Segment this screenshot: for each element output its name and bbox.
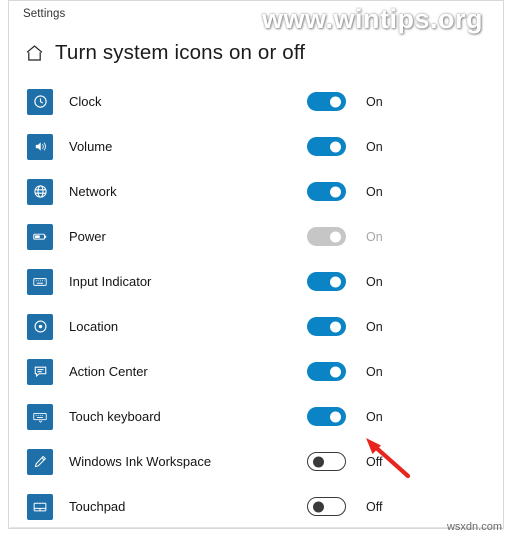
row-label: Windows Ink Workspace — [69, 454, 212, 469]
toggle-state-label: On — [366, 364, 383, 379]
toggle-state-label: On — [366, 229, 383, 244]
settings-window: Settings Turn system icons on or off Clo… — [8, 0, 504, 529]
table-row: Action Center On — [21, 349, 491, 394]
row-label: Power — [69, 229, 106, 244]
toggle-group[interactable]: On — [307, 407, 383, 426]
toggle-group[interactable]: Off — [307, 452, 382, 471]
toggle-switch — [307, 227, 346, 246]
touchpad-icon — [27, 493, 53, 520]
toggle-switch[interactable] — [307, 272, 346, 291]
toggle-switch[interactable] — [307, 452, 346, 471]
toggle-group[interactable]: On — [307, 317, 383, 336]
table-row: Network On — [21, 169, 491, 214]
title-bar: Settings — [9, 1, 503, 27]
table-row: Power On — [21, 214, 491, 259]
page-title: Turn system icons on or off — [55, 41, 306, 64]
toggle-switch[interactable] — [307, 137, 346, 156]
network-globe-icon — [27, 178, 53, 205]
toggle-state-label: On — [366, 139, 383, 154]
toggle-group[interactable]: Off — [307, 497, 382, 516]
toggle-state-label: On — [366, 94, 383, 109]
window-title: Settings — [23, 8, 66, 20]
toggle-group[interactable]: On — [307, 182, 383, 201]
row-label: Input Indicator — [69, 274, 152, 289]
action-center-icon — [27, 358, 53, 385]
table-row: Touchpad Off — [21, 484, 491, 529]
home-icon[interactable] — [19, 39, 49, 67]
row-label: Action Center — [69, 364, 148, 379]
table-row: Input Indicator On — [21, 259, 491, 304]
table-row: Volume On — [21, 124, 491, 169]
table-row: Location On — [21, 304, 491, 349]
toggle-state-label: Off — [366, 499, 383, 514]
toggle-switch[interactable] — [307, 92, 346, 111]
row-label: Location — [69, 319, 119, 334]
toggle-state-label: On — [366, 184, 383, 199]
row-label: Volume — [69, 139, 113, 154]
toggle-state-label: Off — [366, 454, 383, 469]
toggle-switch[interactable] — [307, 407, 346, 426]
battery-icon — [27, 223, 53, 250]
toggle-group[interactable]: On — [307, 137, 383, 156]
bottom-divider — [10, 527, 502, 528]
toggle-group[interactable]: On — [307, 272, 383, 291]
toggle-switch[interactable] — [307, 497, 346, 516]
row-label: Touchpad — [69, 499, 126, 514]
toggle-state-label: On — [366, 274, 383, 289]
toggle-switch[interactable] — [307, 182, 346, 201]
table-row: Touch keyboard On — [21, 394, 491, 439]
clock-icon — [27, 88, 53, 115]
touch-keyboard-icon — [27, 403, 53, 430]
row-label: Clock — [69, 94, 102, 109]
keyboard-icon — [27, 268, 53, 295]
pen-icon — [27, 448, 53, 475]
toggle-state-label: On — [366, 319, 383, 334]
row-label: Network — [69, 184, 117, 199]
table-row: Clock On — [21, 79, 491, 124]
toggle-switch[interactable] — [307, 317, 346, 336]
toggle-group[interactable]: On — [307, 362, 383, 381]
toggle-state-label: On — [366, 409, 383, 424]
location-icon — [27, 313, 53, 340]
table-row: Windows Ink Workspace Off — [21, 439, 491, 484]
corner-watermark: wsxdn.com — [446, 521, 502, 533]
volume-icon — [27, 133, 53, 160]
system-icons-list: Clock On Volume On Network On Power On I… — [9, 79, 503, 529]
page-header: Turn system icons on or off — [9, 27, 503, 73]
toggle-switch[interactable] — [307, 362, 346, 381]
toggle-group: On — [307, 227, 383, 246]
toggle-group[interactable]: On — [307, 92, 383, 111]
row-label: Touch keyboard — [69, 409, 161, 424]
